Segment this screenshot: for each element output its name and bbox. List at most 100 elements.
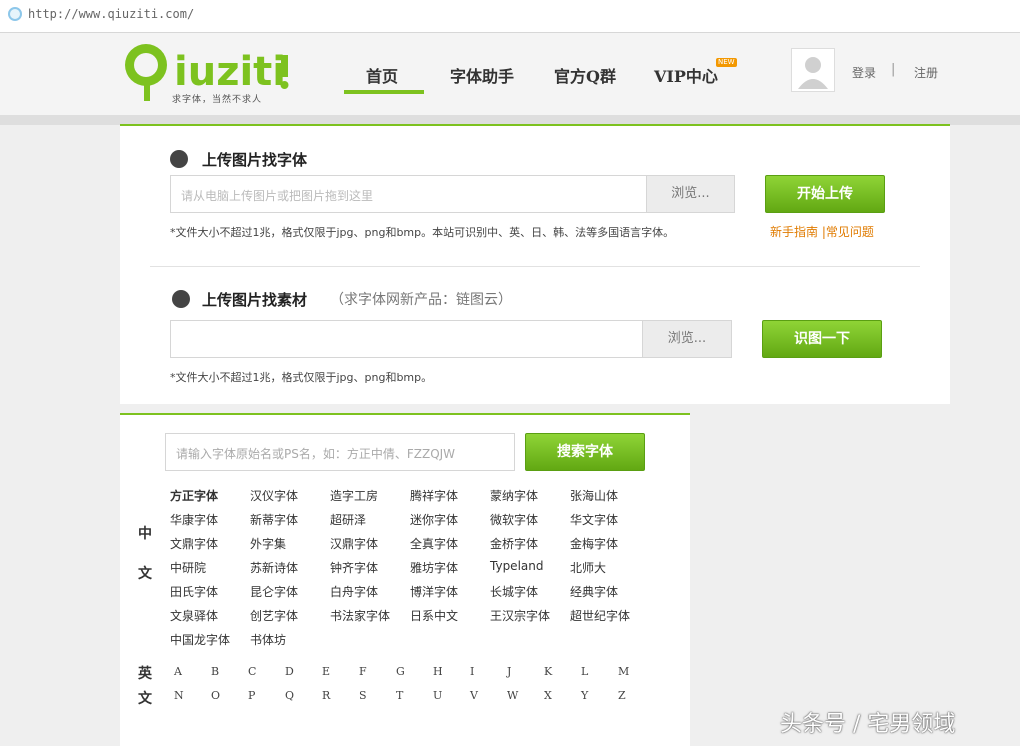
font-link[interactable]: 文鼎字体 [170, 535, 218, 552]
new-badge: NEW [716, 58, 737, 67]
nav-home[interactable]: 首页 [366, 63, 398, 87]
font-link[interactable]: 外字集 [250, 535, 286, 552]
font-link[interactable]: 文泉驿体 [170, 607, 218, 624]
upload-panel: 上传图片找字体 请从电脑上传图片或把图片拖到这里 浏览... 开始上传 *文件大… [120, 124, 950, 404]
font-link[interactable]: 全真字体 [410, 535, 458, 552]
font-link[interactable]: 王汉宗字体 [490, 607, 550, 624]
font-link[interactable]: 造字工房 [330, 487, 378, 504]
letter-link[interactable]: M [618, 665, 629, 678]
chinese-label-1: 中 [138, 526, 152, 542]
register-link[interactable]: 注册 [914, 64, 938, 81]
url-text[interactable]: http://www.qiuziti.com/ [28, 7, 194, 21]
letter-link[interactable]: F [359, 665, 367, 678]
english-label-1: 英 [138, 666, 152, 682]
letter-link[interactable]: U [433, 689, 442, 702]
font-link[interactable]: 长城字体 [490, 583, 538, 600]
font-search-icon [170, 150, 188, 168]
font-link[interactable]: 微软字体 [490, 511, 538, 528]
font-link[interactable]: 经典字体 [570, 583, 618, 600]
logo-slogan: 求字体，当然不求人 [172, 95, 263, 105]
font-link[interactable]: 日系中文 [410, 607, 458, 624]
upload-material-browse-button[interactable]: 浏览... [642, 320, 732, 358]
site-logo[interactable]: iuziti 求字体，当然不求人 [122, 41, 297, 111]
recognize-image-button[interactable]: 识图一下 [762, 320, 882, 358]
font-link[interactable]: 昆仑字体 [250, 583, 298, 600]
nav-vip-center[interactable]: VIP中心 [654, 63, 718, 87]
font-link[interactable]: 博洋字体 [410, 583, 458, 600]
font-search-panel: 请输入字体原始名或PS名，如：方正中倩、FZZQJW 搜索字体 中 文 英 文 … [120, 413, 690, 746]
letter-link[interactable]: L [581, 665, 588, 678]
font-link[interactable]: 雅坊字体 [410, 559, 458, 576]
letter-link[interactable]: A [174, 665, 182, 678]
search-font-button[interactable]: 搜索字体 [525, 433, 645, 471]
letter-link[interactable]: P [248, 689, 255, 702]
letter-link[interactable]: D [285, 665, 294, 678]
letter-link[interactable]: H [433, 665, 443, 678]
font-link[interactable]: 苏新诗体 [250, 559, 298, 576]
font-search-input[interactable]: 请输入字体原始名或PS名，如：方正中倩、FZZQJW [165, 433, 515, 471]
avatar[interactable] [791, 48, 835, 92]
letter-link[interactable]: Z [618, 689, 626, 702]
letter-link[interactable]: X [544, 689, 552, 702]
upload-material-input[interactable] [170, 320, 644, 358]
letter-link[interactable]: E [322, 665, 330, 678]
letter-link[interactable]: G [396, 665, 405, 678]
material-search-icon [172, 290, 190, 308]
nav-qq-group[interactable]: 官方Q群 [554, 63, 616, 87]
font-link[interactable]: 白舟字体 [330, 583, 378, 600]
chinese-label-2: 文 [138, 566, 152, 582]
letter-link[interactable]: J [507, 665, 511, 678]
login-separator: | [891, 62, 896, 77]
address-bar[interactable]: http://www.qiuziti.com/ [0, 0, 1020, 33]
letter-link[interactable]: K [544, 665, 552, 678]
letter-link[interactable]: T [396, 689, 403, 702]
font-link[interactable]: 迷你字体 [410, 511, 458, 528]
font-link[interactable]: 书体坊 [250, 631, 286, 648]
letter-link[interactable]: I [470, 665, 474, 678]
font-link[interactable]: 华康字体 [170, 511, 218, 528]
font-link[interactable]: 方正字体 [170, 487, 218, 504]
font-link[interactable]: 北师大 [570, 559, 606, 576]
font-link[interactable]: 超研泽 [330, 511, 366, 528]
upload-font-note: *文件大小不超过1兆，格式仅限于jpg、png和bmp。本站可识别中、英、日、韩… [170, 226, 675, 239]
letter-link[interactable]: O [211, 689, 220, 702]
english-label-2: 文 [138, 691, 152, 707]
upload-font-placeholder: 请从电脑上传图片或把图片拖到这里 [181, 189, 374, 203]
font-link[interactable]: 田氏字体 [170, 583, 218, 600]
font-link[interactable]: 书法家字体 [330, 607, 390, 624]
letter-link[interactable]: V [470, 689, 478, 702]
font-link[interactable]: 新蒂字体 [250, 511, 298, 528]
font-link[interactable]: 中国龙字体 [170, 631, 230, 648]
help-links[interactable]: 新手指南 |常见问题 [770, 223, 874, 240]
page-icon [8, 7, 22, 21]
login-link[interactable]: 登录 [852, 64, 876, 81]
upload-material-subtitle: （求字体网新产品：链图云） [330, 292, 512, 308]
font-link[interactable]: 金梅字体 [570, 535, 618, 552]
upload-font-dropzone[interactable]: 请从电脑上传图片或把图片拖到这里 [170, 175, 647, 213]
upload-material-note: *文件大小不超过1兆，格式仅限于jpg、png和bmp。 [170, 371, 433, 384]
font-link[interactable]: 创艺字体 [250, 607, 298, 624]
font-link[interactable]: 中研院 [170, 559, 206, 576]
start-upload-button[interactable]: 开始上传 [765, 175, 885, 213]
font-link[interactable]: 张海山体 [570, 487, 618, 504]
font-link[interactable]: 华文字体 [570, 511, 618, 528]
font-link[interactable]: 超世纪字体 [570, 607, 630, 624]
font-link[interactable]: Typeland [490, 559, 543, 573]
font-link[interactable]: 金桥字体 [490, 535, 538, 552]
letter-link[interactable]: S [359, 689, 367, 702]
letter-link[interactable]: B [211, 665, 219, 678]
font-link[interactable]: 汉鼎字体 [330, 535, 378, 552]
upload-font-browse-button[interactable]: 浏览... [646, 175, 735, 213]
letter-link[interactable]: Y [581, 689, 588, 702]
font-link[interactable]: 蒙纳字体 [490, 487, 538, 504]
letter-link[interactable]: N [174, 689, 184, 702]
font-link[interactable]: 钟齐字体 [330, 559, 378, 576]
font-link[interactable]: 汉仪字体 [250, 487, 298, 504]
letter-link[interactable]: C [248, 665, 256, 678]
section-divider [150, 266, 920, 267]
font-link[interactable]: 腾祥字体 [410, 487, 458, 504]
nav-font-helper[interactable]: 字体助手 [450, 63, 514, 87]
letter-link[interactable]: R [322, 689, 330, 702]
letter-link[interactable]: Q [285, 689, 294, 702]
letter-link[interactable]: W [507, 689, 518, 702]
